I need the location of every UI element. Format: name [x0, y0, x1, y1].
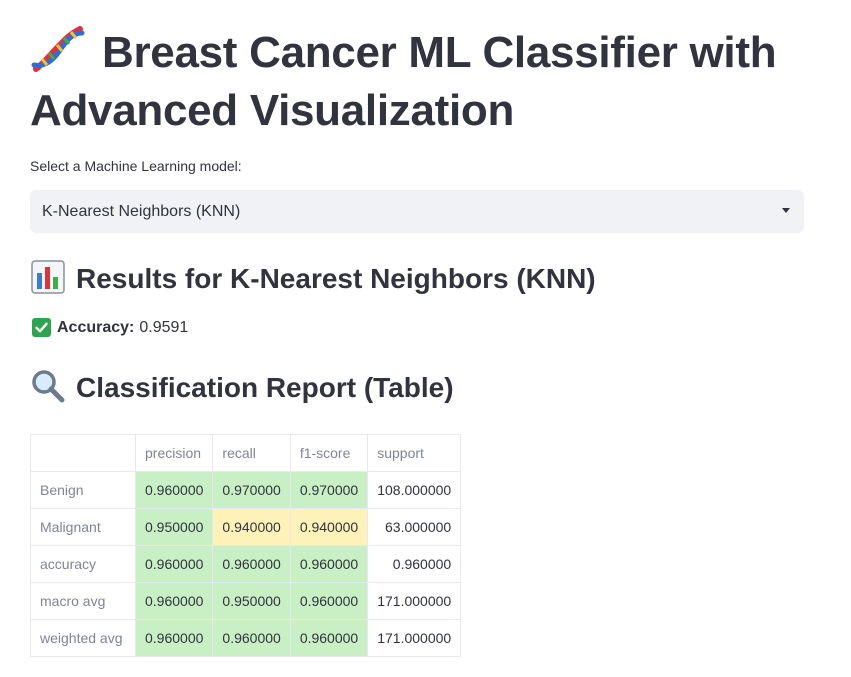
- row-label: Malignant: [30, 508, 136, 546]
- table-cell: 0.940000: [212, 508, 291, 546]
- table-row: weighted avg 0.960000 0.960000 0.960000 …: [30, 619, 462, 657]
- page-title-text: Breast Cancer ML Classifier with Advance…: [30, 28, 777, 135]
- table-cell: 0.960000: [134, 471, 214, 509]
- table-row: macro avg 0.960000 0.950000 0.960000 171…: [30, 582, 462, 620]
- accuracy-value: 0.9591: [139, 318, 189, 336]
- table-cell: 0.960000: [212, 619, 291, 657]
- table-cell: 171.000000: [367, 619, 462, 657]
- table-row: accuracy 0.960000 0.960000 0.960000 0.96…: [30, 545, 462, 583]
- magnifying-glass-icon: [30, 368, 66, 404]
- column-header-precision[interactable]: precision: [134, 434, 214, 472]
- model-select-label: Select a Machine Learning model:: [30, 158, 242, 174]
- report-heading-text: Classification Report (Table): [76, 372, 454, 403]
- table-cell: 0.960000: [289, 619, 369, 657]
- table-cell: 0.960000: [134, 582, 214, 620]
- results-heading: Results for K-Nearest Neighbors (KNN): [30, 259, 596, 299]
- app-page: Breast Cancer ML Classifier with Advance…: [0, 0, 851, 677]
- accuracy-label: Accuracy:: [57, 318, 135, 336]
- table-row: Benign 0.960000 0.970000 0.970000 108.00…: [30, 471, 462, 509]
- table-cell: 0.960000: [134, 619, 214, 657]
- row-label: Benign: [30, 471, 136, 509]
- table-cell: 0.950000: [212, 582, 291, 620]
- column-header-recall[interactable]: recall: [212, 434, 291, 472]
- table-cell: 0.960000: [367, 545, 462, 583]
- table-cell: 0.960000: [134, 545, 214, 583]
- row-label: accuracy: [30, 545, 136, 583]
- column-header-f1-score[interactable]: f1-score: [289, 434, 369, 472]
- report-heading: Classification Report (Table): [30, 368, 454, 408]
- column-header-support[interactable]: support: [367, 434, 462, 472]
- table-cell: 108.000000: [367, 471, 462, 509]
- table-cell: 171.000000: [367, 582, 462, 620]
- table-header-row: precision recall f1-score support: [30, 434, 462, 472]
- results-heading-text: Results for K-Nearest Neighbors (KNN): [76, 263, 596, 294]
- chevron-down-icon[interactable]: [782, 208, 790, 213]
- check-mark-icon: [32, 318, 51, 337]
- table-cell: 0.970000: [212, 471, 291, 509]
- table-cell: 0.960000: [289, 545, 369, 583]
- page-title: Breast Cancer ML Classifier with Advance…: [30, 24, 830, 140]
- classification-report-table: precision recall f1-score support Benign…: [30, 434, 462, 657]
- model-select[interactable]: K-Nearest Neighbors (KNN): [30, 190, 804, 233]
- row-label: macro avg: [30, 582, 136, 620]
- table-corner-cell: [30, 434, 136, 472]
- row-label: weighted avg: [30, 619, 136, 657]
- table-cell: 0.950000: [134, 508, 214, 546]
- table-cell: 63.000000: [367, 508, 462, 546]
- table-cell: 0.940000: [289, 508, 369, 546]
- bar-chart-icon: [30, 259, 66, 295]
- accuracy-line: Accuracy: 0.9591: [32, 318, 188, 337]
- dna-icon: [30, 25, 86, 73]
- table-cell: 0.960000: [212, 545, 291, 583]
- model-select-value[interactable]: K-Nearest Neighbors (KNN): [42, 203, 240, 221]
- table-row: Malignant 0.950000 0.940000 0.940000 63.…: [30, 508, 462, 546]
- table-cell: 0.970000: [289, 471, 369, 509]
- table-cell: 0.960000: [289, 582, 369, 620]
